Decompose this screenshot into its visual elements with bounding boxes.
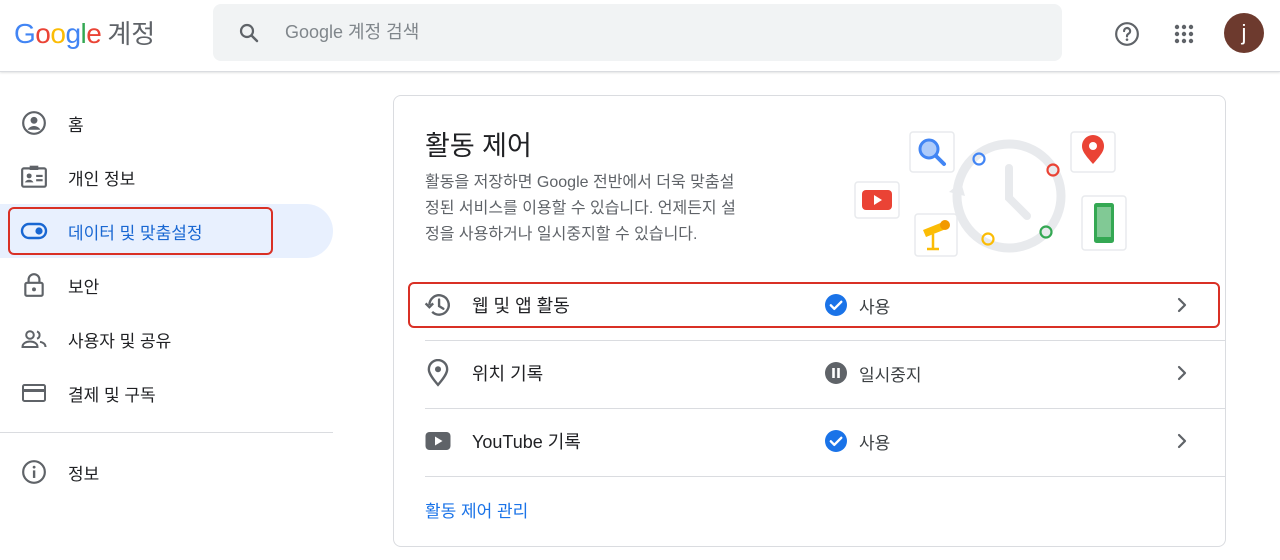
- sidebar-item-about[interactable]: 정보: [0, 445, 333, 499]
- description-line: 정된 서비스를 이용할 수 있습니다. 언제든지 설: [425, 200, 736, 217]
- activity-row-youtube-history[interactable]: YouTube 기록 사용: [408, 409, 1220, 473]
- help-icon: [1115, 22, 1139, 46]
- row-divider: [425, 476, 1226, 477]
- sidebar-item-personal-info[interactable]: 개인 정보: [0, 150, 333, 204]
- phone-illustration-tile: [1081, 195, 1127, 251]
- google-account-logo[interactable]: Google 계정: [14, 14, 155, 51]
- sidebar-item-security[interactable]: 보안: [0, 258, 333, 312]
- check-circle-icon: [825, 294, 847, 316]
- sidebar-item-data-personalization[interactable]: 데이터 및 맞춤설정: [0, 204, 333, 258]
- sidebar-item-label: 정보: [68, 464, 100, 484]
- sidebar-item-label: 데이터 및 맞춤설정: [68, 223, 203, 243]
- search-input[interactable]: [285, 22, 985, 43]
- description-line: 정을 사용하거나 일시중지할 수 있습니다.: [425, 226, 698, 243]
- card-description: 활동을 저장하면 Google 전반에서 더욱 맞춤설 정된 서비스를 이용할 …: [425, 170, 795, 248]
- chevron-right-icon: [1177, 297, 1187, 313]
- logo-letter: e: [86, 18, 102, 49]
- apps-button[interactable]: [1164, 14, 1204, 54]
- sidebar-item-label: 결제 및 구독: [68, 385, 156, 405]
- sidebar-item-label: 홈: [68, 115, 84, 135]
- activity-row-label: YouTube 기록: [472, 432, 581, 452]
- credit-card-icon: [20, 379, 48, 407]
- youtube-illustration-tile: [854, 181, 900, 219]
- activity-controls-card: 활동 제어 활동을 저장하면 Google 전반에서 더욱 맞춤설 정된 서비스…: [393, 95, 1226, 547]
- activity-status: 사용: [859, 433, 891, 453]
- chevron-right-icon: [1177, 365, 1187, 381]
- toggle-icon: [20, 217, 48, 245]
- account-circle-icon: [20, 109, 48, 137]
- youtube-icon: [424, 427, 452, 455]
- logo-letter: o: [50, 18, 66, 49]
- id-card-icon: [20, 163, 48, 191]
- apps-grid-icon: [1174, 24, 1194, 44]
- history-clock-illustration: [949, 139, 1066, 253]
- pause-circle-icon: [825, 362, 847, 384]
- location-pin-icon: [424, 359, 452, 387]
- sidebar-item-home[interactable]: 홈: [0, 96, 333, 150]
- microphone-illustration-tile: [914, 213, 958, 257]
- map-pin-illustration-tile: [1070, 131, 1116, 173]
- product-name: 계정: [107, 19, 156, 49]
- chevron-right-icon: [1177, 433, 1187, 449]
- lock-icon: [20, 271, 48, 299]
- avatar[interactable]: j: [1224, 13, 1264, 53]
- info-icon: [20, 458, 48, 486]
- sidebar-item-label: 사용자 및 공유: [68, 331, 172, 351]
- sidebar-nav: 홈 개인 정보 데이터 및 맞춤설정 보안 사용자 및 공유 결제 및 구독 정…: [0, 96, 333, 499]
- people-icon: [20, 325, 48, 353]
- card-title: 활동 제어: [425, 131, 532, 161]
- search-bar[interactable]: [213, 4, 1062, 61]
- activity-row-web-app[interactable]: 웹 및 앱 활동 사용: [408, 273, 1220, 337]
- check-circle-icon: [825, 430, 847, 452]
- activity-row-label: 웹 및 앱 활동: [472, 296, 570, 316]
- sidebar-divider: [0, 432, 333, 433]
- history-icon: [424, 291, 452, 319]
- description-line: 활동을 저장하면 Google 전반에서 더욱 맞춤설: [425, 174, 735, 191]
- activity-row-label: 위치 기록: [472, 364, 544, 384]
- search-icon[interactable]: [237, 21, 261, 45]
- sidebar-item-payments[interactable]: 결제 및 구독: [0, 366, 333, 420]
- sidebar-item-label: 보안: [68, 277, 100, 297]
- top-header: Google 계정 j: [0, 0, 1280, 72]
- search-illustration-tile: [909, 131, 955, 173]
- logo-letter: g: [65, 18, 81, 49]
- logo-letter: o: [35, 18, 51, 49]
- activity-illustration: [854, 131, 1127, 257]
- sidebar-item-label: 개인 정보: [68, 169, 136, 189]
- logo-letter: G: [14, 18, 36, 49]
- activity-status: 사용: [859, 297, 891, 317]
- manage-activity-controls-link[interactable]: 활동 제어 관리: [425, 497, 528, 522]
- sidebar-item-people-sharing[interactable]: 사용자 및 공유: [0, 312, 333, 366]
- activity-status: 일시중지: [859, 365, 922, 385]
- help-button[interactable]: [1107, 14, 1147, 54]
- activity-row-location-history[interactable]: 위치 기록 일시중지: [408, 341, 1220, 405]
